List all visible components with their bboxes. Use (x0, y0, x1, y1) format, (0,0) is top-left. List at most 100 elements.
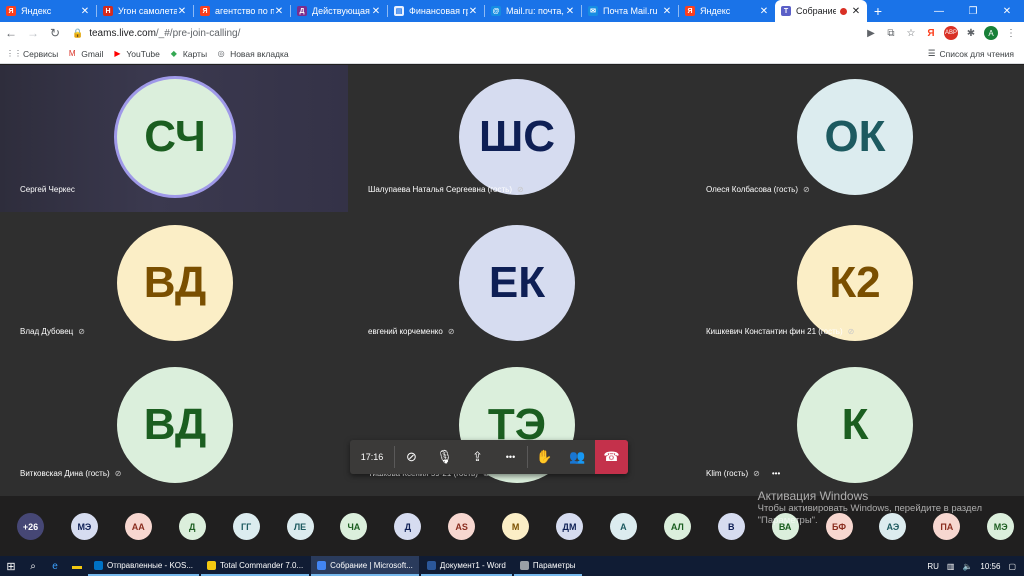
browser-tab[interactable]: ✉ Почта Mail.ru ✕ (582, 0, 678, 22)
bookmark-item[interactable]: ⋮⋮ Сервисы (6, 49, 58, 59)
forward-icon[interactable]: → (22, 26, 44, 40)
teams-icon: T (781, 6, 791, 16)
participant-tile[interactable]: ВД Влад Дубовец ⊘ (0, 212, 348, 354)
taskbar-app[interactable]: Отправленные - KOS... (88, 556, 200, 576)
taskbar-app[interactable]: Документ1 - Word (420, 556, 512, 576)
close-icon[interactable]: ✕ (274, 6, 284, 17)
close-icon[interactable]: ✕ (851, 6, 861, 17)
roster-avatar[interactable]: МЭ (70, 513, 98, 540)
browser-tab-active[interactable]: T Собрание ✕ (775, 0, 867, 22)
roster-avatar[interactable]: МЭ (987, 513, 1015, 540)
notifications-icon[interactable]: ▢ (1008, 562, 1016, 571)
participant-tile[interactable]: СЧ Сергей Черкес (0, 65, 348, 212)
share-screen-button[interactable]: ⇪ (461, 440, 494, 474)
lock-icon[interactable]: 🔒 (72, 28, 83, 39)
hand-icon: ✋ (536, 449, 553, 464)
participant-tile[interactable]: ЕК евгений корчеменко ⊘ (348, 212, 686, 354)
camera-indicator-icon[interactable]: ▶ (864, 26, 878, 40)
roster-avatar[interactable]: ДМ (556, 513, 583, 540)
close-icon[interactable]: ✕ (565, 6, 575, 17)
taskbar-app[interactable]: Total Commander 7.0... (201, 556, 310, 576)
mic-button[interactable]: 🎙 (428, 440, 461, 474)
extensions-icon[interactable]: ✱ (964, 26, 978, 40)
roster-avatar[interactable]: ЧА (340, 513, 368, 540)
browser-tab[interactable]: Н Угон самолета ✕ (97, 0, 193, 22)
reload-icon[interactable]: ↻ (44, 26, 66, 40)
browser-tab[interactable]: Я Яндекс ✕ (0, 0, 96, 22)
yandex-icon: Я (200, 6, 210, 16)
more-participants-badge[interactable]: +26 (17, 513, 44, 540)
bookmark-star-icon[interactable]: ☆ (904, 26, 918, 40)
recording-icon (840, 7, 847, 15)
participant-tile[interactable]: К Klim (гость) ⊘ ••• (686, 354, 1024, 496)
close-icon[interactable]: ✕ (662, 6, 672, 17)
edge-icon[interactable]: e (44, 556, 66, 576)
roster-avatar[interactable]: ГГ (232, 513, 260, 540)
windows-start-icon[interactable]: ⊞ (0, 556, 22, 576)
participant-tile[interactable]: К2 Кишкевич Константин фин 21 (гость) ⊘ (686, 212, 1024, 354)
taskbar-app[interactable]: Собрание | Microsoft... (311, 556, 419, 576)
roster-avatar[interactable]: АЛ (663, 513, 691, 540)
roster-avatar[interactable]: АА (124, 513, 152, 540)
camera-off-button[interactable]: ⊘ (395, 440, 428, 474)
roster-avatar[interactable]: Д (178, 513, 206, 540)
taskbar-app[interactable]: Параметры (513, 556, 582, 576)
network-icon[interactable]: ▥ (947, 562, 955, 571)
participant-tile[interactable]: ТЭТишкова Ксения 59-21 (гость)⊘ (348, 354, 686, 496)
address-bar[interactable]: 🔒 teams.live.com/_#/pre-join-calling/ (72, 24, 864, 42)
participant-tile[interactable]: ОК Олеся Колбасова (гость) ⊘ (686, 65, 1024, 212)
close-icon[interactable]: ✕ (468, 6, 478, 17)
system-tray: RU ▥ 🔈 10:56 ▢ (927, 562, 1016, 571)
raise-hand-button[interactable]: ✋ (528, 440, 561, 474)
clock[interactable]: 10:56 (980, 562, 1000, 571)
participant-tile[interactable]: ВД Витковская Дина (гость) ⊘ (0, 354, 348, 496)
screen: Я Яндекс ✕ Н Угон самолета ✕ Яагентство по п ✕ Д… (0, 0, 1024, 576)
participant-avatar: СЧ (117, 79, 233, 195)
tab-label: Собрание (796, 6, 836, 16)
restore-button[interactable]: ❐ (956, 0, 990, 22)
roster-avatar[interactable]: ЛЕ (286, 513, 314, 540)
search-icon[interactable]: ⌕ (22, 556, 44, 576)
close-icon[interactable]: ✕ (177, 6, 187, 17)
close-icon[interactable]: ✕ (759, 6, 769, 17)
participant-tile[interactable]: ШС Шалупаева Наталья Сергеевна (гость) ⊘ (348, 65, 686, 212)
bookmark-item[interactable]: ◎ Новая вкладка (216, 49, 289, 59)
roster-avatar[interactable]: В (717, 513, 745, 540)
taskbar-app-label: Параметры (532, 560, 576, 570)
back-icon[interactable]: ← (0, 26, 22, 40)
new-tab-button[interactable]: + (867, 0, 889, 22)
bookmark-item[interactable]: ◆ Карты (169, 49, 207, 59)
adblock-extension-icon[interactable]: ABP (944, 26, 958, 40)
browser-tab[interactable]: Я Яндекс ✕ (679, 0, 775, 22)
roster-avatar[interactable]: AS (448, 513, 476, 540)
roster-avatar[interactable]: А (609, 513, 637, 540)
participant-name-text: Klim (гость) (706, 469, 749, 478)
browser-tab[interactable]: ▤ Финансовая гр ✕ (388, 0, 484, 22)
hang-up-button[interactable]: ☎ (595, 440, 628, 474)
language-indicator[interactable]: RU (927, 562, 939, 571)
roster-avatar[interactable]: М (502, 513, 530, 540)
watermark-line: "Параметры". (757, 515, 818, 526)
participants-button[interactable]: 👥 (561, 440, 594, 474)
minimize-button[interactable]: — (922, 0, 956, 22)
more-options-button[interactable]: ••• (494, 440, 527, 474)
participant-name-text: Влад Дубовец (20, 327, 74, 336)
bookmark-item[interactable]: ▶ YouTube (112, 49, 159, 59)
bookmark-item[interactable]: M Gmail (67, 49, 104, 59)
more-icon[interactable]: ••• (772, 469, 780, 478)
menu-icon[interactable]: ⋮ (1004, 26, 1018, 40)
browser-tab[interactable]: @ Mail.ru: почта, ✕ (485, 0, 581, 22)
browser-tab[interactable]: Д Действующая ✕ (291, 0, 387, 22)
browser-toolbar: ← → ↻ 🔒 teams.live.com/_#/pre-join-calli… (0, 22, 1024, 44)
file-explorer-icon[interactable]: ▬ (66, 556, 88, 576)
close-icon[interactable]: ✕ (371, 6, 381, 17)
browser-tab[interactable]: Яагентство по п ✕ (194, 0, 290, 22)
install-app-icon[interactable]: ⧉ (884, 26, 898, 40)
close-icon[interactable]: ✕ (80, 6, 90, 17)
roster-avatar[interactable]: Д (394, 513, 422, 540)
close-window-button[interactable]: ✕ (990, 0, 1024, 22)
yandex-extension-icon[interactable]: Я (924, 26, 938, 40)
profile-avatar[interactable]: A (984, 26, 998, 40)
volume-icon[interactable]: 🔈 (962, 562, 972, 571)
reading-list-button[interactable]: ☰ Список для чтения (928, 48, 1014, 59)
